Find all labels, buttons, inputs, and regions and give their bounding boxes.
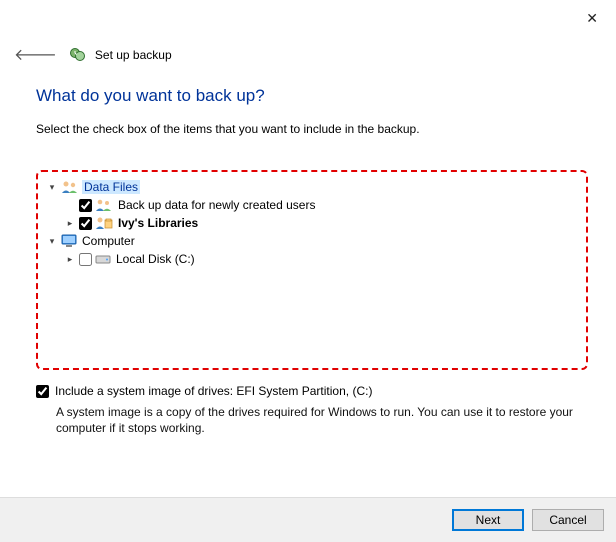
wizard-footer: Next Cancel — [0, 497, 616, 542]
users-icon — [95, 198, 113, 212]
computer-icon — [61, 234, 77, 248]
chevron-down-icon[interactable]: ▾ — [46, 182, 58, 193]
drive-icon — [95, 253, 111, 265]
tree-label: Local Disk (C:) — [114, 252, 197, 266]
checkbox-local-disk-c[interactable] — [79, 253, 92, 266]
page-subtext: Select the check box of the items that y… — [36, 122, 588, 136]
close-button[interactable]: ✕ — [578, 6, 606, 31]
checkbox-new-users[interactable] — [79, 199, 92, 212]
tree-node-computer[interactable]: ▾ Computer — [46, 232, 578, 250]
system-image-description: A system image is a copy of the drives r… — [56, 404, 582, 436]
users-icon — [61, 180, 79, 194]
tree-label: Back up data for newly created users — [116, 198, 317, 212]
page-heading: What do you want to back up? — [36, 86, 588, 106]
tree-label: Ivy's Libraries — [116, 216, 200, 230]
wizard-header: 🡐 Set up backup — [10, 42, 172, 67]
checkbox-system-image[interactable] — [36, 385, 49, 398]
next-button[interactable]: Next — [452, 509, 524, 531]
tree-node-data-files[interactable]: ▾ Data Files — [46, 178, 578, 196]
tree-label: Computer — [80, 234, 137, 248]
chevron-down-icon[interactable]: ▾ — [46, 236, 58, 247]
backup-icon — [69, 46, 87, 64]
tree-node-local-disk-c[interactable]: ▸ Local Disk (C:) — [46, 250, 578, 268]
tree-node-ivy-libraries[interactable]: ▸ Ivy's Libraries — [46, 214, 578, 232]
user-libraries-icon — [95, 216, 113, 230]
tree-label: Data Files — [82, 180, 140, 194]
back-button[interactable]: 🡐 — [10, 42, 61, 67]
chevron-right-icon[interactable]: ▸ — [64, 254, 76, 265]
tree-node-new-users[interactable]: ▸ Back up data for newly created users — [46, 196, 578, 214]
system-image-label: Include a system image of drives: EFI Sy… — [55, 384, 372, 398]
wizard-title: Set up backup — [95, 48, 172, 62]
checkbox-ivy-libraries[interactable] — [79, 217, 92, 230]
backup-items-tree: ▾ Data Files ▸ — [36, 170, 588, 370]
cancel-button[interactable]: Cancel — [532, 509, 604, 531]
chevron-right-icon[interactable]: ▸ — [64, 218, 76, 229]
